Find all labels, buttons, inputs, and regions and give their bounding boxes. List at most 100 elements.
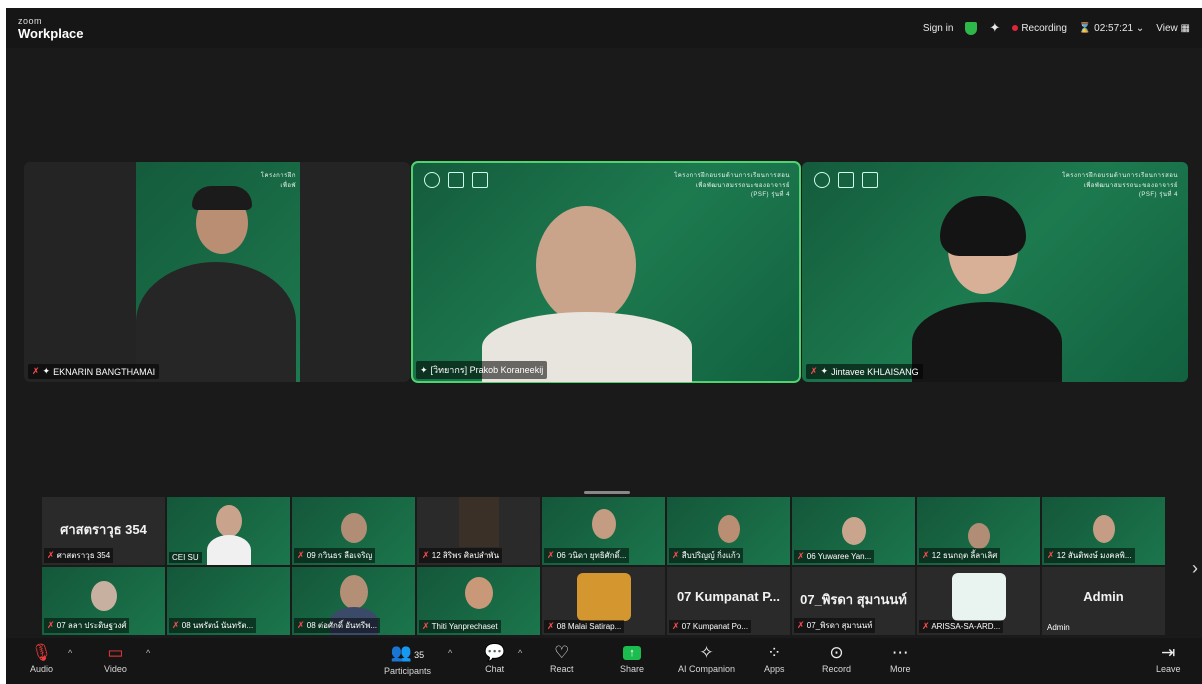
gallery-tile[interactable]: ศาสตราวุธ 354 ✗ ศาสตราวุธ 354 (42, 497, 165, 565)
participant-name: [วิทยากร] Prakob Koraneekij (430, 365, 544, 375)
stage-video-eknarin[interactable]: โครงการฝึก เพื่อพั ✗ ✦ EKNARIN BANGTHAMAI (24, 162, 410, 382)
gallery-tile[interactable]: ✗ 12 ธนกฤต ลี้ลาเลิศ (917, 497, 1040, 565)
participant-hair (192, 186, 252, 210)
tile-display-name: ศาสตราวุธ 354 (60, 522, 147, 537)
meeting-timer[interactable]: ⌛ 02:57:21 ⌄ (1079, 23, 1144, 34)
gallery-tile[interactable]: 07 Kumpanat P... ✗ 07 Kumpanat Po... (667, 567, 790, 635)
gallery-tile[interactable]: ✗ 06 Yuwaree Yan... (792, 497, 915, 565)
gallery-tile[interactable]: Admin Admin (1042, 567, 1165, 635)
institution-logos (424, 172, 488, 188)
gallery-strip: ศาสตราวุธ 354 ✗ ศาสตราวุธ 354 CEI SU ✗ 09… (42, 497, 1170, 637)
more-icon: ⋯ (891, 643, 909, 662)
gallery-tile[interactable]: ✗ 09 กวินธร ลือเจริญ (292, 497, 415, 565)
brand-large: Workplace (18, 26, 84, 41)
banner-text: โครงการฝึกอบรมด้านการเรียนการสอน เพื่อพัฒ… (1062, 173, 1178, 199)
gallery-tile[interactable]: ✗ Thiti Yanprechaset (417, 567, 540, 635)
next-page-chevron-icon[interactable]: › (1192, 558, 1198, 579)
participant-head (717, 515, 740, 543)
gallery-tile[interactable]: ✗ ARISSA-SA-ARD... (917, 567, 1040, 635)
tile-name-tag: CEI SU (169, 552, 202, 563)
zoom-meeting-window: zoom Workplace Sign in ✦ Recording ⌛ 02:… (6, 8, 1202, 684)
participant-body (206, 535, 251, 565)
gallery-tile[interactable]: ✗ สืบปริญญ์ กิ่งแก้ว (667, 497, 790, 565)
tile-name-tag: ✗ สืบปริญญ์ กิ่งแก้ว (669, 548, 744, 563)
tile-name-tag: Admin (1047, 623, 1070, 632)
security-shield-icon[interactable] (965, 21, 978, 35)
tile-name-tag: ✗ 07_พิรดา สุมานนท์ (794, 618, 876, 633)
timer-value: 02:57:21 (1094, 22, 1134, 34)
gallery-tile[interactable]: ✗ 07 ลลา ประดิษฐวงศ์ (42, 567, 165, 635)
participant-name: EKNARIN BANGTHAMAI (53, 366, 156, 377)
video-button[interactable]: ▭ Video (104, 642, 127, 674)
apps-icon: ⁘ (767, 643, 782, 662)
record-button[interactable]: ⊙ Record (822, 642, 851, 674)
gallery-tile[interactable]: ✗ 08 Malai Satirap... (542, 567, 665, 635)
participant-body (136, 262, 296, 382)
more-button[interactable]: ⋯ More (890, 642, 911, 674)
gallery-tile[interactable]: ✗ 12 สันติพงษ์ มงคลพิ... (1042, 497, 1165, 565)
ai-companion-button[interactable]: ✧ AI Companion (678, 642, 735, 674)
apps-button[interactable]: ⁘ Apps (764, 642, 785, 674)
gallery-resize-handle[interactable] (584, 491, 630, 494)
gallery-tile[interactable]: ✗ 08 ต่อศักดิ์ อันทรีพ... (292, 567, 415, 635)
tile-name-tag: ✗ ศาสตราวุธ 354 (44, 548, 114, 563)
tile-name-tag: ✗ 08 ต่อศักดิ์ อันทรีพ... (294, 618, 381, 633)
view-label: View (1156, 22, 1178, 34)
zoom-logo: zoom Workplace (18, 17, 84, 41)
tile-display-name: 07 Kumpanat P... (676, 589, 781, 604)
participant-body (912, 302, 1062, 382)
tile-name-tag: ✗ 07 ลลา ประดิษฐวงศ์ (44, 618, 130, 633)
participant-head (215, 505, 242, 537)
institution-logos (814, 172, 878, 188)
participant-head (339, 575, 368, 609)
chat-button[interactable]: 💬 Chat (484, 642, 505, 674)
chat-options-caret-icon[interactable]: ^ (518, 648, 522, 658)
pin-icon: ✦ (420, 364, 428, 375)
sign-in-link[interactable]: Sign in (923, 23, 954, 34)
participant-head (591, 509, 616, 539)
avatar (576, 573, 631, 621)
tile-name-tag: ✗ 06 วนิดา ยุทธิศักดิ์... (544, 548, 630, 563)
stage-video-prakob[interactable]: โครงการฝึกอบรมด้านการเรียนการสอน เพื่อพัฒ… (411, 161, 801, 383)
gallery-tile[interactable]: ✗ 08 นพรัตน์ นันทรัต... (167, 567, 290, 635)
react-button[interactable]: ♡ React (550, 642, 574, 674)
participants-options-caret-icon[interactable]: ^ (448, 648, 452, 658)
gallery-tile[interactable]: ✗ 12 สิริพร ศิลปสำพัน (417, 497, 540, 565)
participant-head (841, 517, 866, 545)
stage-video-jintavee[interactable]: โครงการฝึกอบรมด้านการเรียนการสอน เพื่อพัฒ… (802, 162, 1188, 382)
participant-head (340, 513, 367, 543)
pin-icon: ✦ (820, 366, 829, 376)
tile-name-tag: ✗ 12 สันติพงษ์ มงคลพิ... (1044, 548, 1135, 563)
tile-name-tag: ✗ Thiti Yanprechaset (419, 620, 501, 633)
participant-head (1092, 515, 1115, 543)
mic-muted-icon: 🎙 (30, 643, 53, 662)
tile-name-tag: ✗ 07 Kumpanat Po... (669, 620, 752, 633)
participants-icon: 👥 35 (390, 643, 425, 662)
participants-button[interactable]: 👥 35 Participants (384, 642, 431, 676)
leave-button[interactable]: ⇥ Leave (1156, 642, 1181, 674)
recording-indicator[interactable]: Recording (1012, 23, 1067, 34)
video-options-caret-icon[interactable]: ^ (146, 648, 150, 658)
mic-muted-icon: ✗ (810, 366, 818, 376)
banner-text: โครงการฝึก เพื่อพั (260, 173, 296, 189)
ai-sparkle-icon[interactable]: ✦ (989, 20, 1000, 36)
recording-dot-icon (1012, 24, 1019, 31)
tile-name-tag: ✗ 09 กวินธร ลือเจริญ (294, 548, 376, 563)
participant-head (536, 206, 636, 324)
gallery-tile[interactable]: 07_พิรดา สุมานนท์ ✗ 07_พิรดา สุมานนท์ (792, 567, 915, 635)
participant-name: Jintavee KHLAISANG (831, 366, 919, 377)
mic-muted-icon: ✗ (32, 366, 40, 376)
tile-display-name: Admin (1083, 589, 1124, 604)
video-off-icon: ▭ (107, 643, 124, 662)
view-button[interactable]: View ▦ (1156, 23, 1190, 34)
tile-display-name: 07_พิรดา สุมานนท์ (800, 592, 907, 607)
avatar (464, 577, 493, 609)
audio-button[interactable]: 🎙 Audio (30, 642, 53, 674)
gallery-tile[interactable]: CEI SU (167, 497, 290, 565)
share-button[interactable]: ↑ Share (620, 642, 644, 674)
avatar (951, 573, 1006, 621)
name-tag: ✗ ✦ EKNARIN BANGTHAMAI (28, 364, 160, 379)
gallery-tile[interactable]: ✗ 06 วนิดา ยุทธิศักดิ์... (542, 497, 665, 565)
audio-options-caret-icon[interactable]: ^ (68, 648, 72, 658)
tile-name-tag: ✗ 12 สิริพร ศิลปสำพัน (419, 548, 503, 563)
